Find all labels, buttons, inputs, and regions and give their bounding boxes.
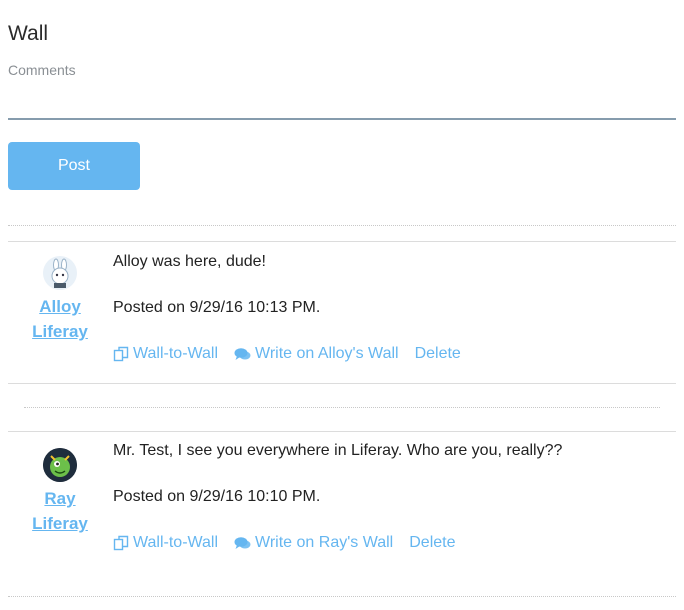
divider xyxy=(8,383,676,384)
author-first-name[interactable]: Alloy xyxy=(8,294,112,319)
delete-link[interactable]: Delete xyxy=(409,533,455,553)
divider xyxy=(24,407,660,408)
write-on-wall-link[interactable]: Write on Ray's Wall xyxy=(234,533,393,553)
divider xyxy=(8,431,676,432)
entry-message: Alloy was here, dude! xyxy=(113,253,266,270)
entry-timestamp: Posted on 9/29/16 10:10 PM. xyxy=(113,488,321,505)
write-on-wall-label: Write on Alloy's Wall xyxy=(255,345,399,362)
comments-icon xyxy=(234,348,251,360)
wall-to-wall-link[interactable]: Wall-to-Wall xyxy=(113,533,218,553)
author-last-name[interactable]: Liferay xyxy=(8,511,112,536)
write-on-wall-label: Write on Ray's Wall xyxy=(255,534,394,551)
wall-to-wall-label: Wall-to-Wall xyxy=(133,534,219,551)
comments-input[interactable] xyxy=(8,86,676,120)
entry-actions: Wall-to-Wall Write on Alloy's Wall Delet… xyxy=(113,344,673,364)
wall-entry: Alloy Liferay Alloy was here, dude! Post… xyxy=(8,250,676,380)
ray-green-creature-avatar[interactable] xyxy=(43,448,77,482)
write-on-wall-link[interactable]: Write on Alloy's Wall xyxy=(234,344,399,364)
entry-timestamp: Posted on 9/29/16 10:13 PM. xyxy=(113,299,321,316)
post-button[interactable]: Post xyxy=(8,142,140,190)
divider xyxy=(8,596,676,597)
divider xyxy=(8,225,676,226)
alloy-bunny-avatar[interactable] xyxy=(43,256,77,290)
copy-icon xyxy=(113,535,129,551)
divider xyxy=(8,241,676,242)
delete-link[interactable]: Delete xyxy=(415,344,461,364)
comments-icon xyxy=(234,537,251,549)
wall-to-wall-link[interactable]: Wall-to-Wall xyxy=(113,344,218,364)
wall-entry: Ray Liferay Mr. Test, I see you everywhe… xyxy=(8,440,676,570)
wall-to-wall-label: Wall-to-Wall xyxy=(133,345,219,362)
comments-label: Comments xyxy=(8,62,76,78)
entry-message: Mr. Test, I see you everywhere in Lifera… xyxy=(113,442,563,459)
entry-content: Mr. Test, I see you everywhere in Lifera… xyxy=(113,441,673,553)
entry-actions: Wall-to-Wall Write on Ray's Wall Delete xyxy=(113,533,673,553)
copy-icon xyxy=(113,346,129,362)
entry-author: Ray Liferay xyxy=(8,448,112,536)
author-first-name[interactable]: Ray xyxy=(8,486,112,511)
page-title: Wall xyxy=(8,22,49,45)
entry-author: Alloy Liferay xyxy=(8,256,112,344)
author-last-name[interactable]: Liferay xyxy=(8,319,112,344)
entry-content: Alloy was here, dude! Posted on 9/29/16 … xyxy=(113,252,673,364)
